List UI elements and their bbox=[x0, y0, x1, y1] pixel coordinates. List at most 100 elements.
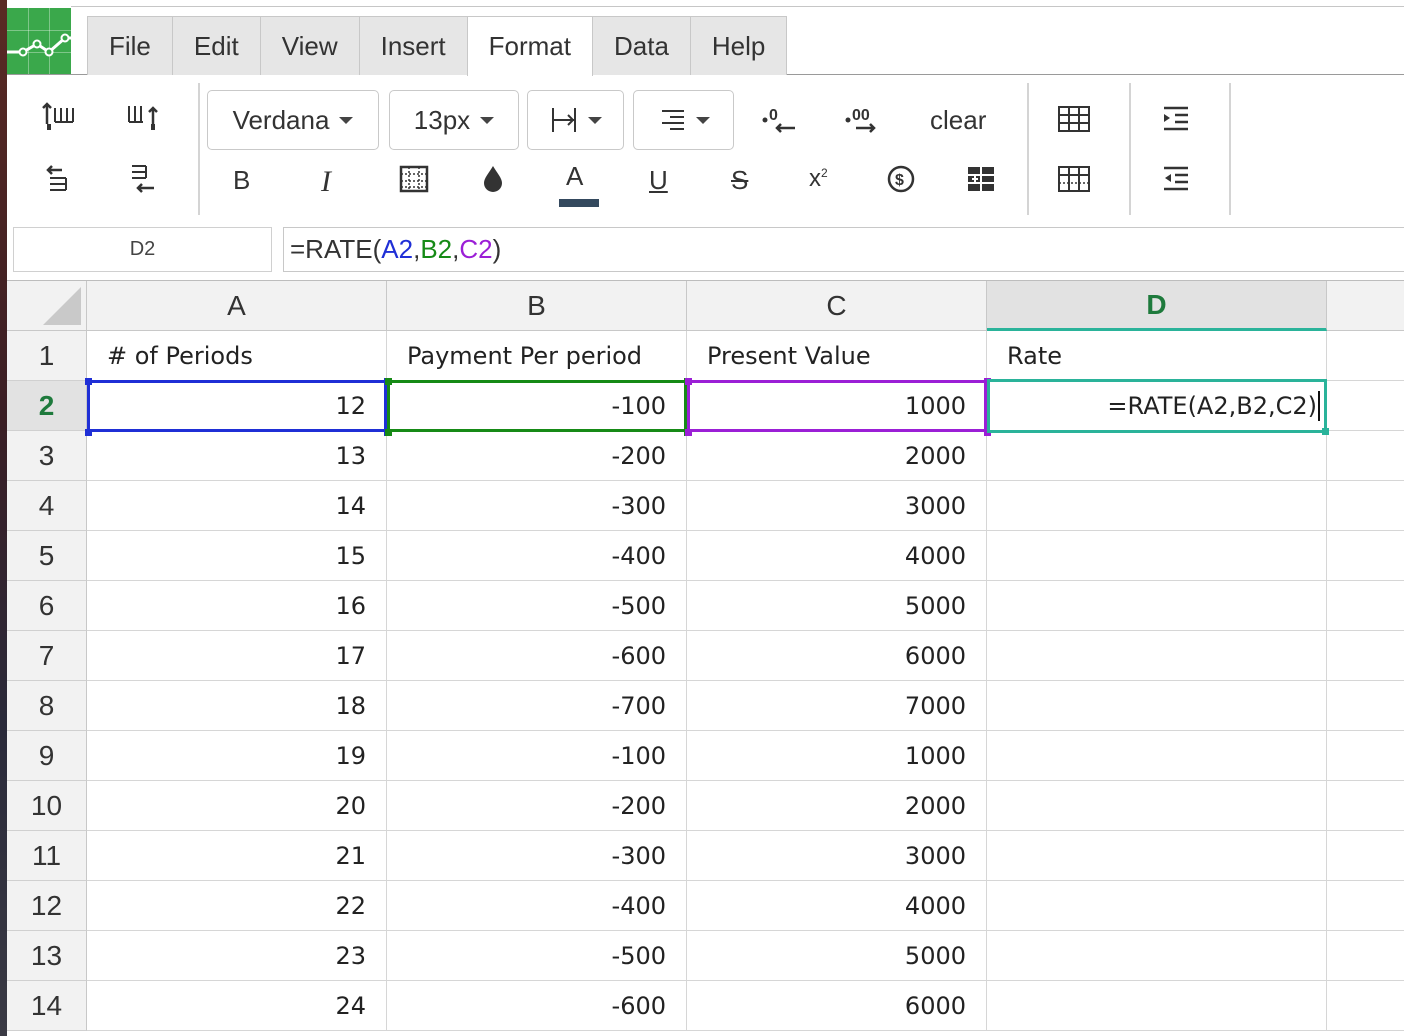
menu-format[interactable]: Format bbox=[466, 16, 593, 76]
spreadsheet-grid[interactable]: A B C D 1 # of Periods Payment Per period Prese… bbox=[7, 281, 1404, 1036]
table-cell[interactable] bbox=[987, 681, 1327, 731]
select-all-corner[interactable] bbox=[7, 281, 87, 331]
table-cell[interactable]: 4000 bbox=[687, 531, 987, 581]
table-cell[interactable]: -100 bbox=[387, 381, 687, 431]
table-cell[interactable] bbox=[987, 881, 1327, 931]
row-header-5[interactable]: 5 bbox=[7, 531, 87, 581]
fill-handle[interactable] bbox=[1322, 428, 1329, 435]
table-cell[interactable]: -500 bbox=[387, 581, 687, 631]
bold-button[interactable]: B bbox=[233, 165, 250, 196]
table-cell[interactable]: -600 bbox=[387, 631, 687, 681]
header-cell[interactable]: Present Value bbox=[687, 331, 987, 381]
table-cell[interactable]: 5000 bbox=[687, 931, 987, 981]
table-cell[interactable]: 19 bbox=[87, 731, 387, 781]
insert-row-above-icon[interactable] bbox=[37, 95, 81, 139]
table-cell[interactable]: 2000 bbox=[687, 781, 987, 831]
menu-edit[interactable]: Edit bbox=[171, 16, 261, 75]
table-cell[interactable]: -400 bbox=[387, 881, 687, 931]
table-cell[interactable] bbox=[987, 981, 1327, 1031]
table-cell[interactable]: -300 bbox=[387, 831, 687, 881]
table-cell[interactable] bbox=[987, 931, 1327, 981]
table-cell-filler[interactable] bbox=[1327, 381, 1404, 431]
table-cell[interactable]: 23 bbox=[87, 931, 387, 981]
currency-icon[interactable]: $ bbox=[879, 157, 923, 201]
table-cell[interactable] bbox=[987, 631, 1327, 681]
table-cell[interactable] bbox=[987, 531, 1327, 581]
clear-button[interactable]: clear bbox=[930, 105, 986, 136]
table-dotted-icon[interactable] bbox=[1052, 157, 1096, 201]
row-header-12[interactable]: 12 bbox=[7, 881, 87, 931]
table-cell[interactable]: -200 bbox=[387, 431, 687, 481]
table-cell-filler[interactable] bbox=[1327, 531, 1404, 581]
table-cell[interactable]: 21 bbox=[87, 831, 387, 881]
row-header-1[interactable]: 1 bbox=[7, 331, 87, 381]
indent-decrease-icon[interactable] bbox=[1154, 157, 1198, 201]
table-cell[interactable]: 3000 bbox=[687, 831, 987, 881]
superscript-button[interactable]: x2 bbox=[809, 165, 828, 193]
table-cell[interactable] bbox=[987, 481, 1327, 531]
insert-row-below-icon[interactable] bbox=[37, 157, 81, 201]
menu-file[interactable]: File bbox=[87, 16, 173, 75]
italic-button[interactable]: I bbox=[321, 165, 331, 199]
table-cell[interactable]: 6000 bbox=[687, 981, 987, 1031]
table-cell-filler[interactable] bbox=[1327, 481, 1404, 531]
header-cell[interactable]: Payment Per period bbox=[387, 331, 687, 381]
table-cell[interactable]: 4000 bbox=[687, 881, 987, 931]
table-cell[interactable]: 2000 bbox=[687, 431, 987, 481]
table-cell[interactable]: 7000 bbox=[687, 681, 987, 731]
vertical-align-select[interactable] bbox=[527, 90, 624, 150]
table-cell-filler[interactable] bbox=[1327, 831, 1404, 881]
indent-increase-icon[interactable] bbox=[1154, 97, 1198, 141]
table-cell[interactable]: 1000 bbox=[687, 731, 987, 781]
row-header-11[interactable]: 11 bbox=[7, 831, 87, 881]
table-cell[interactable]: 20 bbox=[87, 781, 387, 831]
column-header-d[interactable]: D bbox=[987, 281, 1327, 331]
column-header-b[interactable]: B bbox=[387, 281, 687, 331]
table-cell[interactable]: 3000 bbox=[687, 481, 987, 531]
row-header-6[interactable]: 6 bbox=[7, 581, 87, 631]
table-cell[interactable]: 14 bbox=[87, 481, 387, 531]
table-cell[interactable]: 1000 bbox=[687, 381, 987, 431]
row-header-4[interactable]: 4 bbox=[7, 481, 87, 531]
table-cell[interactable]: 16 bbox=[87, 581, 387, 631]
underline-button[interactable]: U bbox=[649, 165, 668, 196]
row-header-2[interactable]: 2 bbox=[7, 381, 87, 431]
merge-cells-icon[interactable] bbox=[959, 157, 1003, 201]
menu-data[interactable]: Data bbox=[591, 16, 691, 75]
font-family-select[interactable]: Verdana bbox=[207, 90, 379, 150]
header-cell[interactable]: Rate bbox=[987, 331, 1327, 381]
insert-column-left-icon[interactable] bbox=[121, 157, 165, 201]
header-cell[interactable]: # of Periods bbox=[87, 331, 387, 381]
cell-editor-d2[interactable]: =RATE(A2,B2,C2) bbox=[987, 379, 1329, 435]
table-cell[interactable]: 22 bbox=[87, 881, 387, 931]
table-cell-filler[interactable] bbox=[1327, 431, 1404, 481]
table-cell-filler[interactable] bbox=[1327, 581, 1404, 631]
cell-name-box[interactable]: D2 bbox=[13, 227, 272, 272]
app-logo-icon[interactable] bbox=[7, 8, 71, 74]
table-cell[interactable]: 15 bbox=[87, 531, 387, 581]
text-color-button[interactable]: A bbox=[559, 157, 599, 209]
table-cell-filler[interactable] bbox=[1327, 781, 1404, 831]
formula-input[interactable]: =RATE(A2, B2, C2) bbox=[283, 227, 1404, 272]
table-cell[interactable]: -400 bbox=[387, 531, 687, 581]
row-header-3[interactable]: 3 bbox=[7, 431, 87, 481]
table-cell[interactable]: 12 bbox=[87, 381, 387, 431]
table-cell[interactable]: -300 bbox=[387, 481, 687, 531]
menu-help[interactable]: Help bbox=[689, 16, 788, 75]
table-cell-filler[interactable] bbox=[1327, 731, 1404, 781]
borders-icon[interactable] bbox=[392, 157, 436, 201]
table-cell[interactable]: 5000 bbox=[687, 581, 987, 631]
menu-view[interactable]: View bbox=[259, 16, 360, 75]
row-header-13[interactable]: 13 bbox=[7, 931, 87, 981]
font-size-select[interactable]: 13px bbox=[389, 90, 519, 150]
fill-color-icon[interactable] bbox=[471, 157, 515, 201]
table-cell-filler[interactable] bbox=[1327, 681, 1404, 731]
table-cell[interactable]: 13 bbox=[87, 431, 387, 481]
table-cell-filler[interactable] bbox=[1327, 981, 1404, 1031]
table-cell[interactable]: -200 bbox=[387, 781, 687, 831]
table-cell[interactable]: -100 bbox=[387, 731, 687, 781]
table-cell[interactable] bbox=[987, 431, 1327, 481]
table-cell[interactable]: -600 bbox=[387, 981, 687, 1031]
decrease-decimal-icon[interactable]: 0 bbox=[757, 97, 801, 141]
table-cell[interactable] bbox=[987, 731, 1327, 781]
